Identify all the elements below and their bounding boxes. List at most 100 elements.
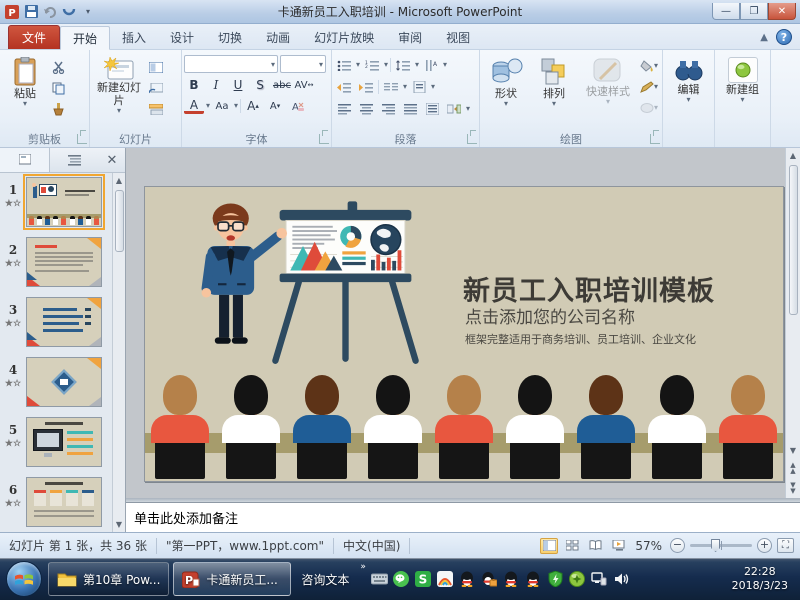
slide-thumbnail-2[interactable]: 2★☆ [0, 237, 112, 295]
font-dialog-launcher-icon[interactable] [319, 134, 329, 144]
help-icon[interactable]: ? [776, 29, 792, 45]
notes-pane[interactable]: 单击此处添加备注 [126, 502, 800, 532]
shape-outline-icon[interactable]: ▾ [639, 78, 659, 96]
normal-view-icon[interactable] [540, 538, 558, 554]
tab-设计[interactable]: 设计 [158, 25, 206, 49]
qq-icon[interactable] [459, 571, 476, 588]
bold-button[interactable]: B [184, 76, 204, 94]
slide-editing-area[interactable]: 新员工入职培训模板 点击添加您的公司名称 框架完整适用于商务培训、员工培训、企业… [126, 148, 785, 498]
tab-插入[interactable]: 插入 [110, 25, 158, 49]
line-spacing-icon[interactable] [393, 56, 413, 74]
shrink-font-button[interactable]: A▾ [265, 97, 285, 115]
zoom-level[interactable]: 57% [632, 539, 665, 553]
restore-button[interactable]: ❐ [740, 3, 768, 20]
volume-icon[interactable] [613, 571, 630, 588]
justify-distribute-icon[interactable] [422, 100, 442, 118]
wechat-icon[interactable] [393, 571, 410, 588]
tab-file[interactable]: 文件 [8, 25, 60, 49]
fit-to-window-icon[interactable] [777, 538, 794, 553]
arrange-dropdown-icon[interactable]: ▾ [552, 100, 556, 108]
thumbnail-image[interactable] [26, 417, 102, 467]
text-align-dialog-icon[interactable] [409, 78, 429, 96]
section-icon[interactable] [146, 100, 166, 118]
windows-start-button[interactable] [6, 561, 42, 597]
undo-icon[interactable] [42, 4, 58, 20]
next-slide-icon[interactable]: ▼▼ [790, 478, 795, 498]
reading-view-icon[interactable] [586, 538, 604, 554]
italic-button[interactable]: I [206, 76, 226, 94]
main-scrollbar[interactable]: ▲ ▼ ▲▲ ▼▼ [785, 148, 800, 498]
main-scrollbar-thumb[interactable] [789, 165, 798, 315]
collapse-ribbon-icon[interactable]: ▲ [760, 32, 768, 43]
font-color-button[interactable]: A [184, 98, 204, 114]
tab-幻灯片放映[interactable]: 幻灯片放映 [302, 25, 386, 49]
thumbnail-image[interactable] [26, 477, 102, 527]
slide-subtitle[interactable]: 点击添加您的公司名称 [465, 303, 635, 328]
slideshow-view-icon[interactable] [609, 538, 627, 554]
editing-button[interactable]: 编辑 ▾ [666, 53, 712, 147]
zoom-in-button[interactable]: + [757, 538, 772, 553]
tray-overflow-icon[interactable]: » [357, 562, 369, 572]
rainbow-icon[interactable] [437, 571, 454, 588]
smartart-convert-icon[interactable] [444, 100, 464, 118]
shapes-dropdown-icon[interactable]: ▾ [504, 100, 508, 108]
thumbnail-image[interactable] [26, 297, 102, 347]
slide-thumbnail-4[interactable]: 4★☆ [0, 357, 112, 415]
slide-caption[interactable]: 框架完整适用于商务培训、员工培训、企业文化 [465, 331, 696, 347]
scroll-down-icon[interactable]: ▼ [787, 443, 800, 458]
font-name-combo[interactable] [184, 55, 278, 73]
paste-button[interactable]: 粘贴 ▾ [2, 53, 48, 131]
slide-thumbnail-1[interactable]: 1★☆ [0, 177, 112, 235]
new-slide-button[interactable]: 新建幻灯片 ▾ [92, 53, 146, 131]
columns-icon[interactable] [381, 78, 401, 96]
change-case-button[interactable]: Aa [212, 97, 232, 115]
grow-font-button[interactable]: A▴ [243, 97, 263, 115]
drawing-dialog-launcher-icon[interactable] [650, 134, 660, 144]
character-spacing-button[interactable]: AV↔ [294, 76, 314, 94]
text-shadow-button[interactable]: S [250, 76, 270, 94]
text-direction-icon[interactable]: A [421, 56, 441, 74]
slide[interactable]: 新员工入职培训模板 点击添加您的公司名称 框架完整适用于商务培训、员工培训、企业… [144, 186, 784, 482]
slide-thumbnail-6[interactable]: 6★☆ [0, 477, 112, 532]
tab-审阅[interactable]: 审阅 [386, 25, 434, 49]
paste-dropdown-icon[interactable]: ▾ [23, 100, 27, 108]
tab-动画[interactable]: 动画 [254, 25, 302, 49]
slide-sorter-icon[interactable] [563, 538, 581, 554]
qq-briefcase-icon[interactable] [481, 571, 498, 588]
decrease-indent-icon[interactable] [334, 78, 354, 96]
thumbnail-scrollbar-thumb[interactable] [115, 190, 124, 252]
shape-effects-icon[interactable]: ▾ [639, 99, 659, 117]
language-bar-item[interactable]: 咨询文本 [293, 571, 357, 588]
sogou-icon[interactable]: S [415, 571, 432, 588]
numbering-icon[interactable]: 12 [362, 56, 382, 74]
qq-icon[interactable] [503, 571, 520, 588]
bullets-icon[interactable] [334, 56, 354, 74]
editing-dropdown-icon[interactable]: ▾ [686, 96, 690, 104]
network-icon[interactable] [591, 571, 608, 588]
tab-outline[interactable] [50, 148, 99, 172]
strikethrough-button[interactable]: abc [272, 76, 292, 94]
minimize-button[interactable]: — [712, 3, 740, 20]
zoom-slider-thumb[interactable] [711, 539, 720, 552]
align-center-icon[interactable] [356, 100, 376, 118]
clear-formatting-icon[interactable]: A [287, 97, 307, 115]
keyboard-icon[interactable] [371, 571, 388, 588]
new-group-dropdown-icon[interactable]: ▾ [740, 96, 744, 104]
layout-icon[interactable] [146, 58, 166, 76]
copy-icon[interactable] [48, 79, 68, 97]
safety-sphere-icon[interactable] [569, 571, 586, 588]
scroll-up-icon[interactable]: ▲ [787, 148, 800, 163]
zoom-slider[interactable] [690, 544, 752, 547]
font-size-combo[interactable] [280, 55, 326, 73]
slide-thumbnail-3[interactable]: 3★☆ [0, 297, 112, 355]
close-button[interactable]: ✕ [768, 3, 796, 20]
thumbnail-image[interactable] [26, 357, 102, 407]
new-group-button[interactable]: 新建组 ▾ [717, 53, 768, 147]
thumbnail-image[interactable] [26, 177, 102, 227]
format-painter-icon[interactable] [48, 100, 68, 118]
new-slide-dropdown-icon[interactable]: ▾ [117, 107, 121, 115]
align-right-icon[interactable] [378, 100, 398, 118]
slide-thumbnail-5[interactable]: 5★☆ [0, 417, 112, 475]
tab-视图[interactable]: 视图 [434, 25, 482, 49]
clipboard-dialog-launcher-icon[interactable] [77, 134, 87, 144]
